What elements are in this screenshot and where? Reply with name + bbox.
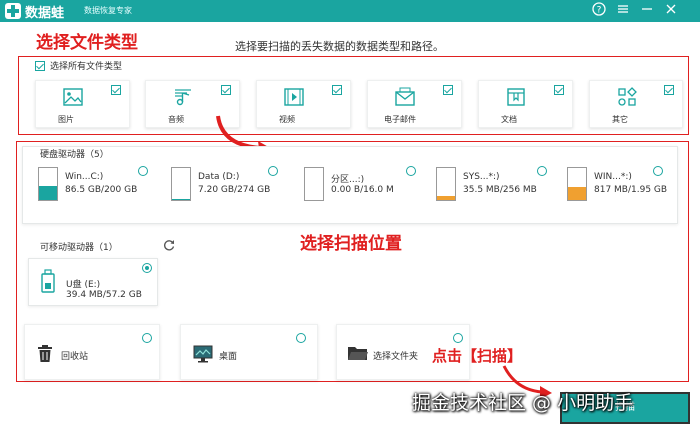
file-type-other[interactable]: 其它 bbox=[589, 80, 683, 128]
file-type-image[interactable]: 图片 bbox=[35, 80, 130, 128]
drive-sys-radio[interactable] bbox=[537, 166, 547, 176]
hard-drive-icon bbox=[304, 167, 324, 201]
help-icon[interactable]: ? bbox=[590, 2, 608, 20]
drive-name: WIN...*:) bbox=[594, 172, 632, 182]
file-type-video-checkbox[interactable] bbox=[332, 85, 342, 95]
document-icon bbox=[506, 87, 526, 107]
desktop-label: 桌面 bbox=[219, 352, 238, 362]
file-type-document-checkbox[interactable] bbox=[554, 85, 564, 95]
select-all-checkbox[interactable] bbox=[35, 60, 45, 71]
select-all-label: 选择所有文件类型 bbox=[50, 62, 123, 72]
location-recycle-bin[interactable]: 回收站 bbox=[24, 324, 160, 380]
removable-title: 可移动驱动器（1） bbox=[40, 243, 118, 253]
select-folder-radio[interactable] bbox=[453, 333, 463, 343]
file-type-email[interactable]: 电子邮件 bbox=[367, 80, 462, 128]
select-all-types[interactable]: 选择所有文件类型 bbox=[35, 59, 122, 72]
drive-win-radio[interactable] bbox=[653, 166, 663, 176]
file-type-audio-label: 音频 bbox=[168, 115, 184, 124]
annotation-select-location: 选择扫描位置 bbox=[300, 234, 402, 254]
drive-size: 7.20 GB/274 GB bbox=[198, 185, 271, 195]
annotation-select-types: 选择文件类型 bbox=[36, 33, 138, 53]
drive-name: Data (D:) bbox=[198, 172, 240, 182]
file-type-image-label: 图片 bbox=[58, 115, 74, 124]
hard-drive-icon bbox=[38, 167, 58, 201]
usb-drive-card[interactable]: U盘 (E:) 39.4 MB/57.2 GB bbox=[28, 258, 158, 306]
drive-c-radio[interactable] bbox=[138, 166, 148, 176]
drive-name: 分区...:) bbox=[331, 175, 365, 185]
drive-size: 86.5 GB/200 GB bbox=[65, 185, 138, 195]
minimize-icon[interactable] bbox=[638, 2, 656, 20]
file-type-document[interactable]: 文档 bbox=[478, 80, 573, 128]
watermark: 掘金技术社区 @ 小明助手 bbox=[412, 392, 634, 414]
instruction-text: 选择要扫描的丢失数据的数据类型和路径。 bbox=[235, 40, 444, 53]
recycle-bin-radio[interactable] bbox=[142, 333, 152, 343]
drive-name: SYS...*:) bbox=[463, 172, 500, 182]
email-icon bbox=[395, 87, 415, 107]
refresh-icon[interactable] bbox=[162, 237, 176, 256]
usb-drive-size: 39.4 MB/57.2 GB bbox=[66, 290, 142, 300]
desktop-icon bbox=[193, 345, 213, 367]
recycle-bin-label: 回收站 bbox=[61, 352, 89, 362]
drive-size: 35.5 MB/256 MB bbox=[463, 185, 537, 195]
music-icon bbox=[173, 87, 193, 107]
drive-size: 0.00 B/16.0 M bbox=[331, 185, 394, 195]
desktop-radio[interactable] bbox=[296, 333, 306, 343]
app-name: 数据蛙 bbox=[25, 6, 65, 21]
file-type-email-checkbox[interactable] bbox=[443, 85, 453, 95]
folder-icon bbox=[347, 344, 369, 366]
file-type-video-label: 视频 bbox=[279, 115, 295, 124]
hard-drive-icon bbox=[567, 167, 587, 201]
app-logo-icon bbox=[5, 3, 21, 19]
menu-icon[interactable] bbox=[614, 2, 632, 20]
hard-drives-title: 硬盘驱动器（5） bbox=[40, 150, 109, 160]
drive-name: Win...C:) bbox=[65, 172, 104, 182]
other-icon bbox=[617, 87, 637, 107]
file-type-image-checkbox[interactable] bbox=[111, 85, 121, 95]
recycle-bin-icon bbox=[37, 345, 53, 367]
usb-drive-name: U盘 (E:) bbox=[66, 280, 101, 290]
file-type-other-label: 其它 bbox=[612, 115, 628, 124]
location-desktop[interactable]: 桌面 bbox=[180, 324, 318, 380]
file-type-audio-checkbox[interactable] bbox=[221, 85, 231, 95]
app-subtitle: 数据恢复专家 bbox=[84, 6, 132, 15]
close-icon[interactable] bbox=[662, 2, 680, 20]
file-type-email-label: 电子邮件 bbox=[384, 115, 416, 124]
title-bar: 数据蛙 数据恢复专家 ? bbox=[0, 0, 700, 22]
hard-drive-icon bbox=[436, 167, 456, 201]
file-type-other-checkbox[interactable] bbox=[664, 85, 674, 95]
drive-size: 817 MB/1.95 GB bbox=[594, 185, 668, 195]
file-type-document-label: 文档 bbox=[501, 115, 517, 124]
usb-drive-icon bbox=[41, 269, 55, 297]
svg-text:?: ? bbox=[597, 6, 602, 16]
image-icon bbox=[63, 87, 83, 107]
select-folder-label: 选择文件夹 bbox=[373, 352, 419, 362]
drive-d-radio[interactable] bbox=[268, 166, 278, 176]
hard-drive-icon bbox=[171, 167, 191, 201]
usb-drive-radio[interactable] bbox=[142, 263, 152, 273]
video-icon bbox=[284, 87, 304, 107]
drive-partition-radio[interactable] bbox=[406, 166, 416, 176]
